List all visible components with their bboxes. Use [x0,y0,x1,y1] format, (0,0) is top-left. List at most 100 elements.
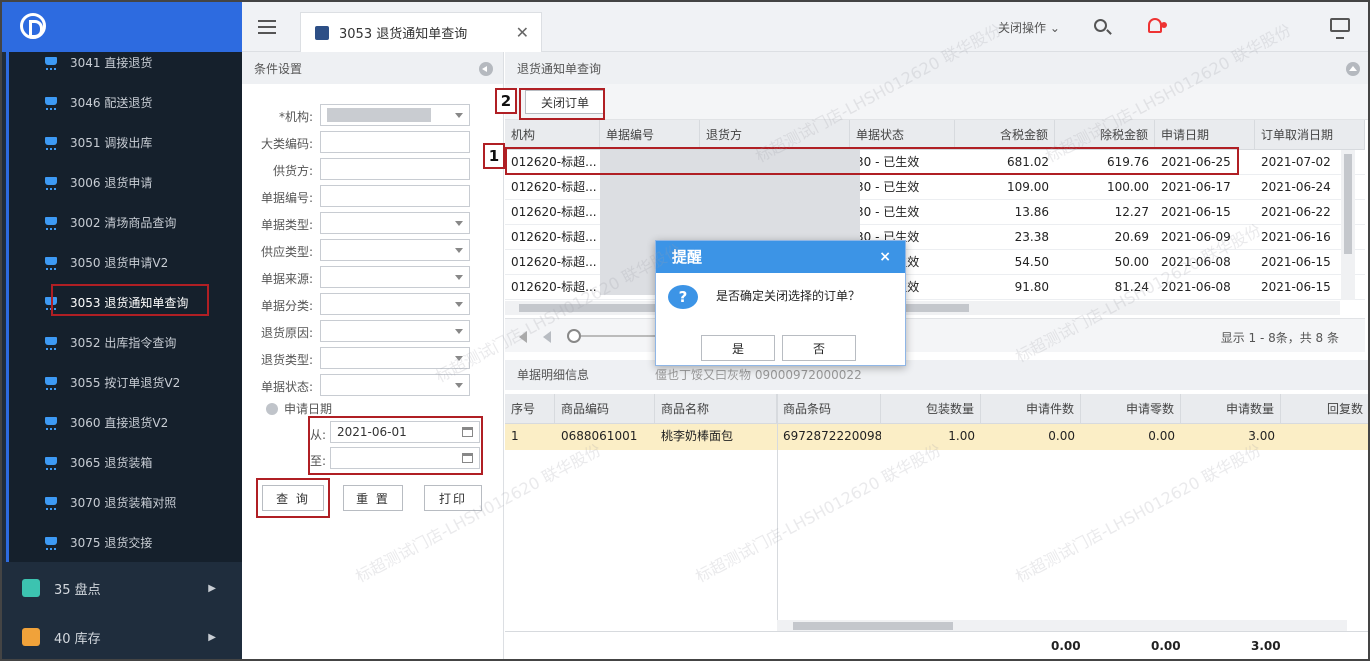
cart-icon [44,456,58,470]
cell-barcode: 6972872220098 [783,429,881,443]
prev-page-icon[interactable] [543,331,551,343]
col-header[interactable]: 序号 [505,394,555,423]
return-type-select[interactable] [320,347,470,369]
doc-class-select[interactable] [320,293,470,315]
return-reason-select[interactable] [320,320,470,342]
detail-grid: 序号 商品编码 商品名称 商品条码 包装数量 申请件数 申请零数 申请数量 回复… [505,394,1370,450]
sidebar-group-inventory-count[interactable]: 35 盘点 ▶ [0,564,242,612]
sidebar-item-label: 3041 直接退货 [70,55,153,70]
cell-net-amount: 100.00 [1107,180,1149,194]
col-header[interactable]: 机构 [505,120,600,149]
page-slider-track[interactable] [581,335,661,337]
sidebar-group-label: 40 库存 [54,631,101,647]
col-header[interactable]: 申请零数 [1081,394,1181,423]
doc-no-input[interactable] [320,185,470,207]
category-input[interactable] [320,131,470,153]
main-header: 退货通知单查询 [505,52,1370,84]
sidebar-item-3041[interactable]: 3041 直接退货 [44,47,152,77]
app-logo[interactable] [20,13,46,39]
highlight-box-query [256,478,330,518]
col-header[interactable]: 回复数 [1281,394,1370,423]
condition-panel-title: 条件设置 [254,61,303,76]
collapse-up-icon[interactable] [1346,62,1360,76]
col-header[interactable]: 含税金额 [955,120,1055,149]
clipboard-icon [22,579,40,597]
col-header[interactable]: 订单取消日期 [1255,120,1365,149]
highlight-box-row [505,147,1239,175]
cell-net-amount: 50.00 [1114,255,1149,269]
col-header[interactable]: 申请件数 [981,394,1081,423]
cart-icon [44,336,58,350]
cell-pack-qty: 1.00 [948,429,975,443]
org-select[interactable] [320,104,470,126]
dialog-title-bar: 提醒 × [656,241,905,273]
col-header[interactable]: 单据编号 [600,120,700,149]
doc-type-select[interactable] [320,212,470,234]
cart-icon [44,176,58,190]
sidebar: 3041 直接退货 3046 配送退货 3051 调拨出库 3006 退货申请 … [0,0,242,661]
page-slider-knob[interactable] [567,329,581,343]
sidebar-item-label: 3050 退货申请V2 [70,255,169,270]
doc-type-label: 单据类型: [260,218,313,232]
sidebar-item-3070[interactable]: 3070 退货装箱对照 [44,487,176,517]
sidebar-item-3051[interactable]: 3051 调拨出库 [44,127,152,157]
horizontal-scrollbar[interactable] [505,301,1340,315]
main-panel: 退货通知单查询 关闭订单 机构 单据编号 退货方 单据状态 含税金额 除税金额 … [505,52,1370,661]
print-button[interactable]: 打印 [424,485,482,511]
cell-status: 30 - 已生效 [856,205,920,219]
highlight-box-close-order [519,88,605,120]
hamburger-menu-icon[interactable] [258,20,276,34]
sidebar-group-stock[interactable]: 40 库存 ▶ [0,613,242,661]
cell-apply-date: 2021-06-15 [1161,205,1231,219]
collapse-left-icon[interactable] [479,62,493,76]
table-row[interactable]: 1 0688061001 桃李奶棒面包 6972872220098 1.00 0… [505,424,1370,450]
scrollbar-thumb[interactable] [1344,154,1352,254]
cart-icon [44,416,58,430]
sidebar-item-3006[interactable]: 3006 退货申请 [44,167,152,197]
doc-source-select[interactable] [320,266,470,288]
col-header[interactable]: 退货方 [700,120,850,149]
vertical-scrollbar[interactable] [1341,150,1355,300]
cell-seq: 1 [511,429,519,443]
col-header[interactable]: 商品编码 [555,394,655,423]
yes-button[interactable]: 是 [701,335,775,361]
supplier-input[interactable] [320,158,470,180]
col-header[interactable]: 申请数量 [1181,394,1281,423]
col-header[interactable]: 单据状态 [850,120,955,149]
sidebar-item-3055[interactable]: 3055 按订单退货V2 [44,367,180,397]
apply-date-group[interactable]: 申请日期 [266,400,332,417]
col-header[interactable]: 申请日期 [1155,120,1255,149]
sidebar-item-label: 3075 退货交接 [70,535,153,550]
tab-3053[interactable]: 3053 退货通知单查询 ✕ [300,12,542,52]
sidebar-item-3050[interactable]: 3050 退货申请V2 [44,247,168,277]
supply-type-select[interactable] [320,239,470,261]
sidebar-item-3060[interactable]: 3060 直接退货V2 [44,407,168,437]
chevron-right-icon: ▶ [208,582,216,594]
no-button[interactable]: 否 [782,335,856,361]
col-header[interactable]: 商品名称 [655,394,777,423]
cell-org: 012620-标超... [511,180,597,194]
scrollbar-thumb[interactable] [793,622,953,630]
doc-status-select[interactable] [320,374,470,396]
bell-icon[interactable] [1148,18,1167,33]
col-header[interactable]: 除税金额 [1055,120,1155,149]
sidebar-item-label: 3052 出库指令查询 [70,335,177,350]
first-page-icon[interactable] [519,331,527,343]
reset-button[interactable]: 重 置 [343,485,403,511]
sidebar-item-3075[interactable]: 3075 退货交接 [44,527,152,557]
close-icon[interactable]: × [879,241,891,273]
sidebar-item-3046[interactable]: 3046 配送退货 [44,87,152,117]
cell-product-name: 桃李奶棒面包 [661,429,734,443]
cart-icon [44,136,58,150]
col-header[interactable]: 商品条码 [777,394,881,423]
cell-apply-date: 2021-06-17 [1161,180,1231,194]
sidebar-item-3065[interactable]: 3065 退货装箱 [44,447,152,477]
col-header[interactable]: 包装数量 [881,394,981,423]
sidebar-item-3052[interactable]: 3052 出库指令查询 [44,327,176,357]
close-icon[interactable]: ✕ [516,23,529,42]
monitor-icon[interactable] [1330,18,1350,39]
search-icon[interactable] [1094,19,1107,32]
close-operations-dropdown[interactable]: 关闭操作 ⌄ [998,19,1060,36]
sidebar-item-3002[interactable]: 3002 清场商品查询 [44,207,176,237]
dialog-title: 提醒 [672,248,703,266]
